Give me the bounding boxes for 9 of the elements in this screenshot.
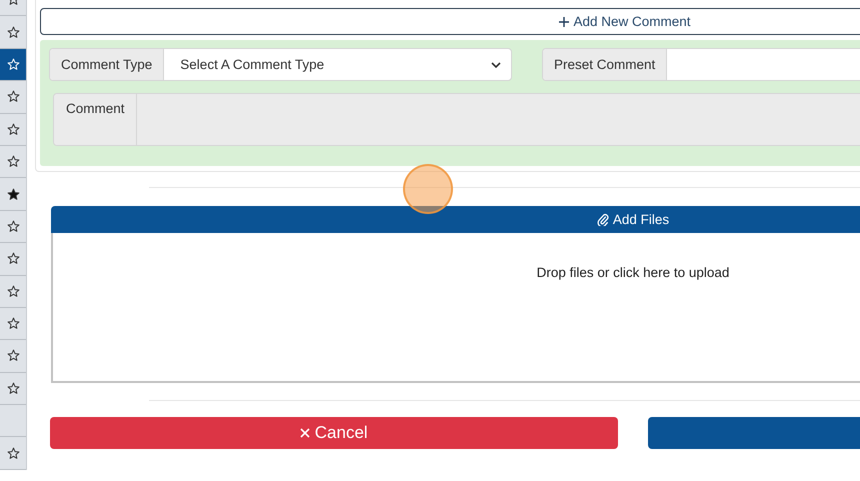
click-marker [403, 164, 453, 214]
add-comment-button[interactable]: Add New Comment [40, 8, 860, 35]
close-icon [300, 428, 310, 438]
cancel-button[interactable]: Cancel [50, 417, 618, 449]
dropzone[interactable]: Drop files or click here to upload [51, 233, 860, 383]
plus-icon [559, 16, 570, 26]
paperclip-icon [596, 213, 609, 226]
add-files-header[interactable]: Add Files [51, 206, 860, 233]
sidebar-item[interactable] [0, 48, 26, 82]
